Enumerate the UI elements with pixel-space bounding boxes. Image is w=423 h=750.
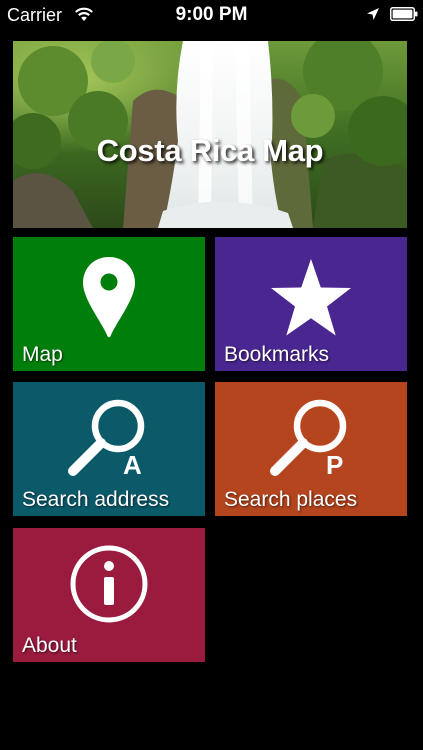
about-tile[interactable]: About [13,528,205,662]
status-time: 9:00 PM [175,4,248,25]
places-badge: P [326,450,344,480]
location-arrow-icon [367,8,379,20]
address-badge: A [123,450,142,480]
map-tile[interactable]: Map [13,237,205,371]
battery-icon [390,7,418,21]
about-tile-label: About [22,634,77,657]
search-address-tile-label: Search address [22,488,170,511]
search-places-tile[interactable]: Search places P [215,382,407,516]
bookmarks-tile-label: Bookmarks [224,343,330,366]
search-places-tile-label: Search places [224,488,358,511]
status-bar: Carrier 9:00 PM [0,0,423,30]
banner: Costa Rica Map [13,41,407,228]
banner-title: Costa Rica Map [96,133,324,168]
bookmarks-tile[interactable]: Bookmarks [215,237,407,371]
map-tile-label: Map [22,343,63,366]
search-address-tile[interactable]: Search address A [13,382,205,516]
